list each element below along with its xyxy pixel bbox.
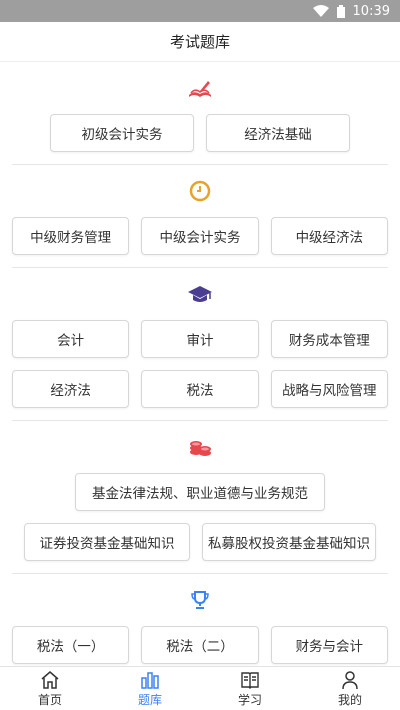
tab-study[interactable]: 学习 [200, 667, 300, 710]
exam-button-intermediate-finance[interactable]: 中级财务管理 [12, 217, 130, 255]
exam-button-junior-accounting[interactable]: 初级会计实务 [50, 114, 194, 152]
exam-button-private-equity-fund-basics[interactable]: 私募股权投资基金基础知识 [202, 523, 376, 561]
section-icon [12, 62, 388, 114]
clock-icon [189, 180, 211, 202]
wifi-icon [312, 5, 329, 17]
tab-label: 我的 [337, 692, 362, 707]
section-icon [12, 165, 388, 217]
tab-question-bank[interactable]: 题库 [100, 667, 200, 710]
exam-button-strategy-risk[interactable]: 战略与风险管理 [270, 370, 388, 408]
book-icon [241, 671, 259, 689]
section-fund: 基金法律法规、职业道德与业务规范 证券投资基金基础知识 私募股权投资基金基础知识 [12, 421, 388, 574]
section-icon [12, 574, 388, 626]
coins-icon [190, 441, 211, 456]
battery-icon [336, 4, 345, 18]
tab-label: 学习 [237, 692, 262, 707]
status-bar: 10:39 [0, 0, 400, 22]
section-icon [12, 421, 388, 473]
section-cpa: 会计 审计 财务成本管理 经济法 税法 战略与风险管理 [12, 268, 388, 421]
exam-button-accounting[interactable]: 会计 [12, 320, 130, 358]
exam-button-tax-law[interactable]: 税法 [141, 370, 259, 408]
tab-profile[interactable]: 我的 [300, 667, 400, 710]
tab-home[interactable]: 首页 [0, 667, 100, 710]
page-title: 考试题库 [169, 33, 230, 51]
page-title-bar: 考试题库 [0, 22, 400, 62]
exam-button-tax-law-2[interactable]: 税法（二） [141, 626, 259, 664]
section-icon [12, 268, 388, 320]
exam-button-finance-accounting[interactable]: 财务与会计 [270, 626, 388, 664]
question-bank-icon [141, 671, 159, 689]
graduation-cap-icon [188, 286, 212, 302]
trophy-icon [191, 591, 209, 609]
exam-button-economic-law[interactable]: 经济法 [12, 370, 130, 408]
exam-button-tax-law-1[interactable]: 税法（一） [12, 626, 130, 664]
tab-label: 题库 [137, 692, 162, 707]
exam-button-fund-law-ethics[interactable]: 基金法律法规、职业道德与业务规范 [75, 473, 325, 511]
user-icon [342, 670, 358, 689]
section-junior: 初级会计实务 经济法基础 [12, 62, 388, 165]
status-time: 10:39 [352, 3, 390, 19]
exam-button-intermediate-economic-law[interactable]: 中级经济法 [270, 217, 388, 255]
exam-bank-list: 初级会计实务 经济法基础 中级财务管理 中级会计实务 中级经济法 会计 审计 财… [0, 62, 400, 666]
exam-button-audit[interactable]: 审计 [141, 320, 259, 358]
section-intermediate: 中级财务管理 中级会计实务 中级经济法 [12, 165, 388, 268]
exam-button-economic-law-basics[interactable]: 经济法基础 [206, 114, 350, 152]
book-pen-icon [189, 81, 211, 97]
exam-button-securities-fund-basics[interactable]: 证券投资基金基础知识 [24, 523, 190, 561]
section-tax-agent: 税法（一） 税法（二） 财务与会计 [12, 574, 388, 666]
exam-button-financial-cost-management[interactable]: 财务成本管理 [270, 320, 388, 358]
exam-button-intermediate-accounting[interactable]: 中级会计实务 [141, 217, 259, 255]
tab-label: 首页 [37, 692, 62, 707]
home-icon [41, 670, 59, 689]
bottom-tab-bar: 首页 题库 学习 我的 [0, 666, 400, 710]
